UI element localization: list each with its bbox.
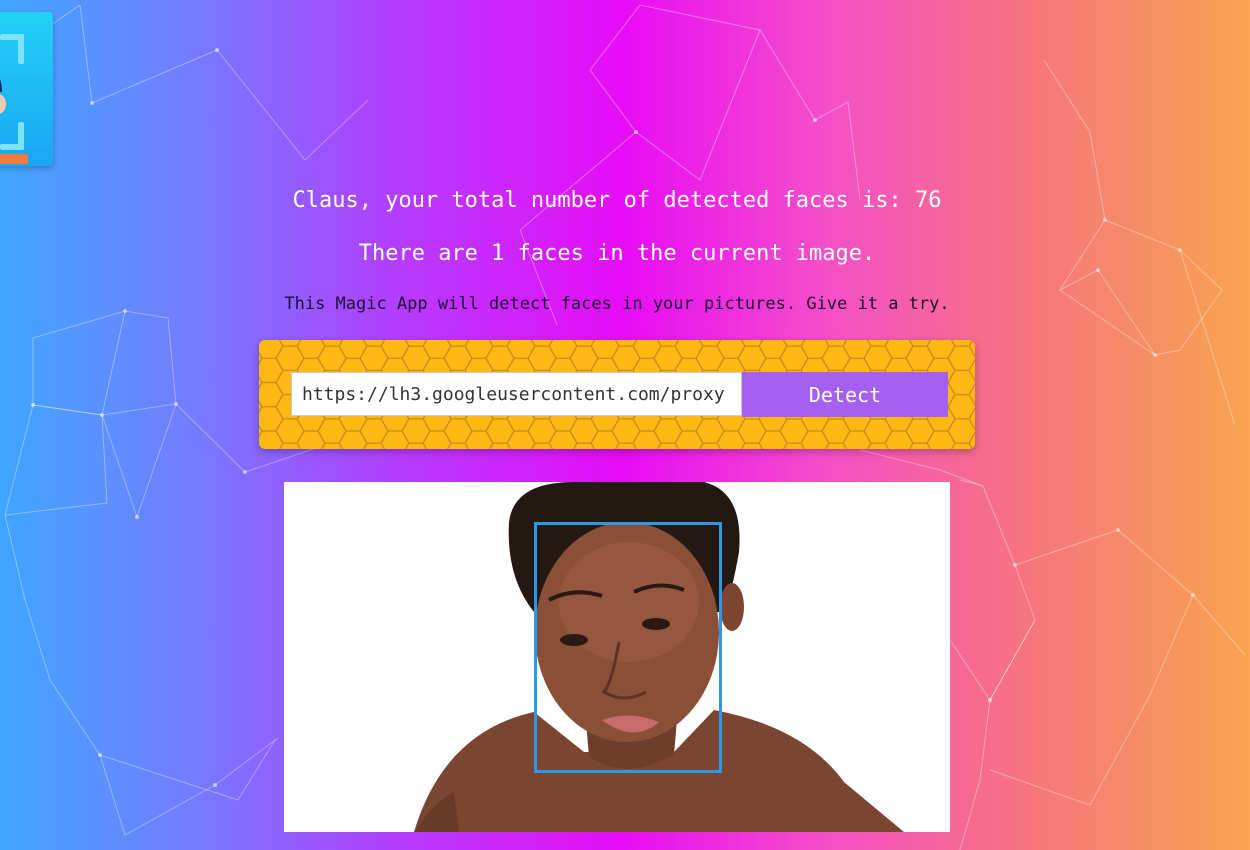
detect-form-panel: Detect bbox=[259, 340, 975, 449]
app-logo[interactable] bbox=[0, 12, 53, 166]
image-url-input[interactable] bbox=[291, 372, 742, 416]
face-bounding-box bbox=[534, 522, 722, 773]
detect-button[interactable]: Detect bbox=[742, 372, 948, 417]
result-image bbox=[284, 482, 950, 832]
total-faces-message: Claus, your total number of detected fac… bbox=[292, 188, 942, 213]
intro-text: This Magic App will detect faces in your… bbox=[284, 294, 950, 314]
face-scan-icon bbox=[0, 34, 28, 164]
current-image-faces-message: There are 1 faces in the current image. bbox=[358, 241, 876, 266]
